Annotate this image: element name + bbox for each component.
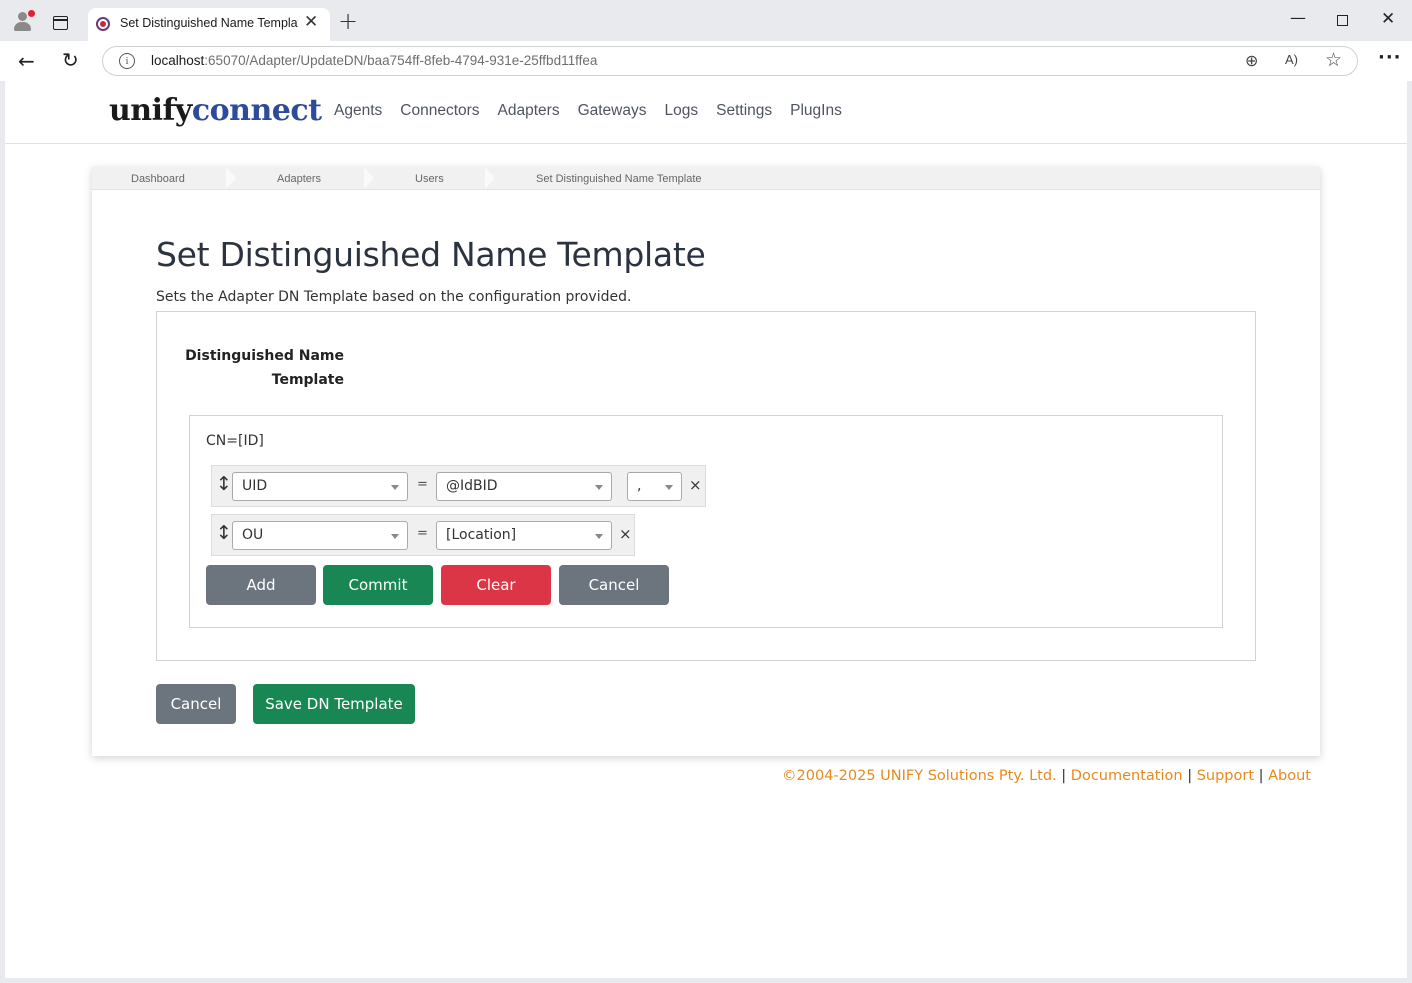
- read-aloud-icon[interactable]: A): [1285, 52, 1298, 67]
- breadcrumb-adapters[interactable]: Adapters: [277, 173, 321, 185]
- tab-actions-icon[interactable]: [53, 16, 68, 30]
- footer-separator: |: [1258, 768, 1264, 784]
- dn-preview: CN=[ID]: [206, 433, 264, 449]
- clear-button[interactable]: Clear: [441, 565, 551, 605]
- top-navbar: unifyconnect Agents Connectors Adapters …: [5, 81, 1407, 144]
- browser-titlebar: Set Distinguished Name Template ✕ + — ✕: [0, 0, 1412, 41]
- zoom-icon[interactable]: ⊕: [1245, 51, 1258, 70]
- browser-tab[interactable]: Set Distinguished Name Template ✕: [88, 8, 330, 41]
- equals-sign: =: [417, 477, 428, 492]
- more-menu-icon[interactable]: ···: [1378, 47, 1402, 68]
- breadcrumb: Dashboard Adapters Users Set Distinguish…: [92, 166, 1320, 190]
- support-link[interactable]: Support: [1197, 768, 1254, 784]
- minimize-button[interactable]: —: [1290, 8, 1306, 27]
- nav-settings[interactable]: Settings: [716, 102, 772, 120]
- favorite-star-icon[interactable]: ☆: [1325, 49, 1342, 71]
- footer-separator: |: [1061, 768, 1067, 784]
- maximize-button[interactable]: [1337, 15, 1348, 26]
- dn-form-panel: Distinguished Name Template CN=[ID] ↕ UI…: [156, 311, 1256, 661]
- separator-select[interactable]: ,: [627, 472, 682, 501]
- save-dn-template-button[interactable]: Save DN Template: [253, 684, 415, 724]
- page-title: Set Distinguished Name Template: [156, 235, 706, 274]
- value-select[interactable]: @IdBID: [436, 472, 612, 501]
- value-select[interactable]: [Location]: [436, 521, 612, 550]
- attribute-select[interactable]: OU: [232, 521, 408, 550]
- reload-icon[interactable]: ↻: [62, 48, 79, 72]
- add-button[interactable]: Add: [206, 565, 316, 605]
- nav-agents[interactable]: Agents: [334, 102, 382, 120]
- dn-component-row: ↕ UID = @IdBID , ×: [211, 465, 706, 507]
- cancel-button[interactable]: Cancel: [156, 684, 236, 724]
- breadcrumb-dashboard[interactable]: Dashboard: [131, 173, 185, 185]
- equals-sign: =: [417, 526, 428, 541]
- address-bar[interactable]: i localhost:65070/Adapter/UpdateDN/baa75…: [102, 46, 1358, 76]
- nav-gateways[interactable]: Gateways: [578, 102, 647, 120]
- attribute-select[interactable]: UID: [232, 472, 408, 501]
- breadcrumb-current: Set Distinguished Name Template: [536, 173, 702, 185]
- footer: ©2004-2025 UNIFY Solutions Pty. Ltd. | D…: [5, 768, 1311, 784]
- content-card: Dashboard Adapters Users Set Distinguish…: [92, 166, 1320, 756]
- dn-builder: CN=[ID] ↕ UID = @IdBID , × ↕ OU = [Locat…: [189, 415, 1223, 628]
- brand-logo[interactable]: unifyconnect: [109, 93, 322, 128]
- breadcrumb-users[interactable]: Users: [415, 173, 444, 185]
- new-tab-button[interactable]: +: [338, 9, 358, 33]
- breadcrumb-separator: [484, 166, 495, 190]
- profile-icon[interactable]: [12, 10, 35, 32]
- nav-adapters[interactable]: Adapters: [498, 102, 560, 120]
- remove-row-icon[interactable]: ×: [689, 476, 702, 494]
- browser-toolbar: ← ↻ i localhost:65070/Adapter/UpdateDN/b…: [0, 41, 1412, 81]
- tab-close-icon[interactable]: ✕: [304, 14, 318, 31]
- drag-handle-icon[interactable]: ↕: [216, 524, 232, 543]
- remove-row-icon[interactable]: ×: [619, 525, 632, 543]
- footer-separator: |: [1187, 768, 1193, 784]
- url-text[interactable]: localhost:65070/Adapter/UpdateDN/baa754f…: [151, 53, 597, 68]
- nav-connectors[interactable]: Connectors: [400, 102, 479, 120]
- close-window-button[interactable]: ✕: [1381, 9, 1395, 29]
- nav-plugins[interactable]: PlugIns: [790, 102, 842, 120]
- tab-title: Set Distinguished Name Template: [120, 16, 298, 30]
- drag-handle-icon[interactable]: ↕: [216, 475, 232, 494]
- copyright-text: ©2004-2025 UNIFY Solutions Pty. Ltd.: [782, 768, 1057, 784]
- breadcrumb-separator: [225, 166, 236, 190]
- dn-template-label: Distinguished Name Template: [185, 348, 344, 388]
- favicon-icon: [96, 17, 110, 31]
- dn-component-row: ↕ OU = [Location] ×: [211, 514, 635, 556]
- back-arrow-icon[interactable]: ←: [18, 49, 35, 73]
- about-link[interactable]: About: [1268, 768, 1311, 784]
- page-description: Sets the Adapter DN Template based on th…: [156, 289, 632, 305]
- commit-button[interactable]: Commit: [323, 565, 433, 605]
- breadcrumb-separator: [363, 166, 374, 190]
- builder-cancel-button[interactable]: Cancel: [559, 565, 669, 605]
- nav-logs[interactable]: Logs: [665, 102, 699, 120]
- site-info-icon[interactable]: i: [119, 53, 135, 69]
- page-viewport: unifyconnect Agents Connectors Adapters …: [5, 81, 1407, 978]
- main-menu: Agents Connectors Adapters Gateways Logs…: [334, 102, 842, 120]
- documentation-link[interactable]: Documentation: [1071, 768, 1183, 784]
